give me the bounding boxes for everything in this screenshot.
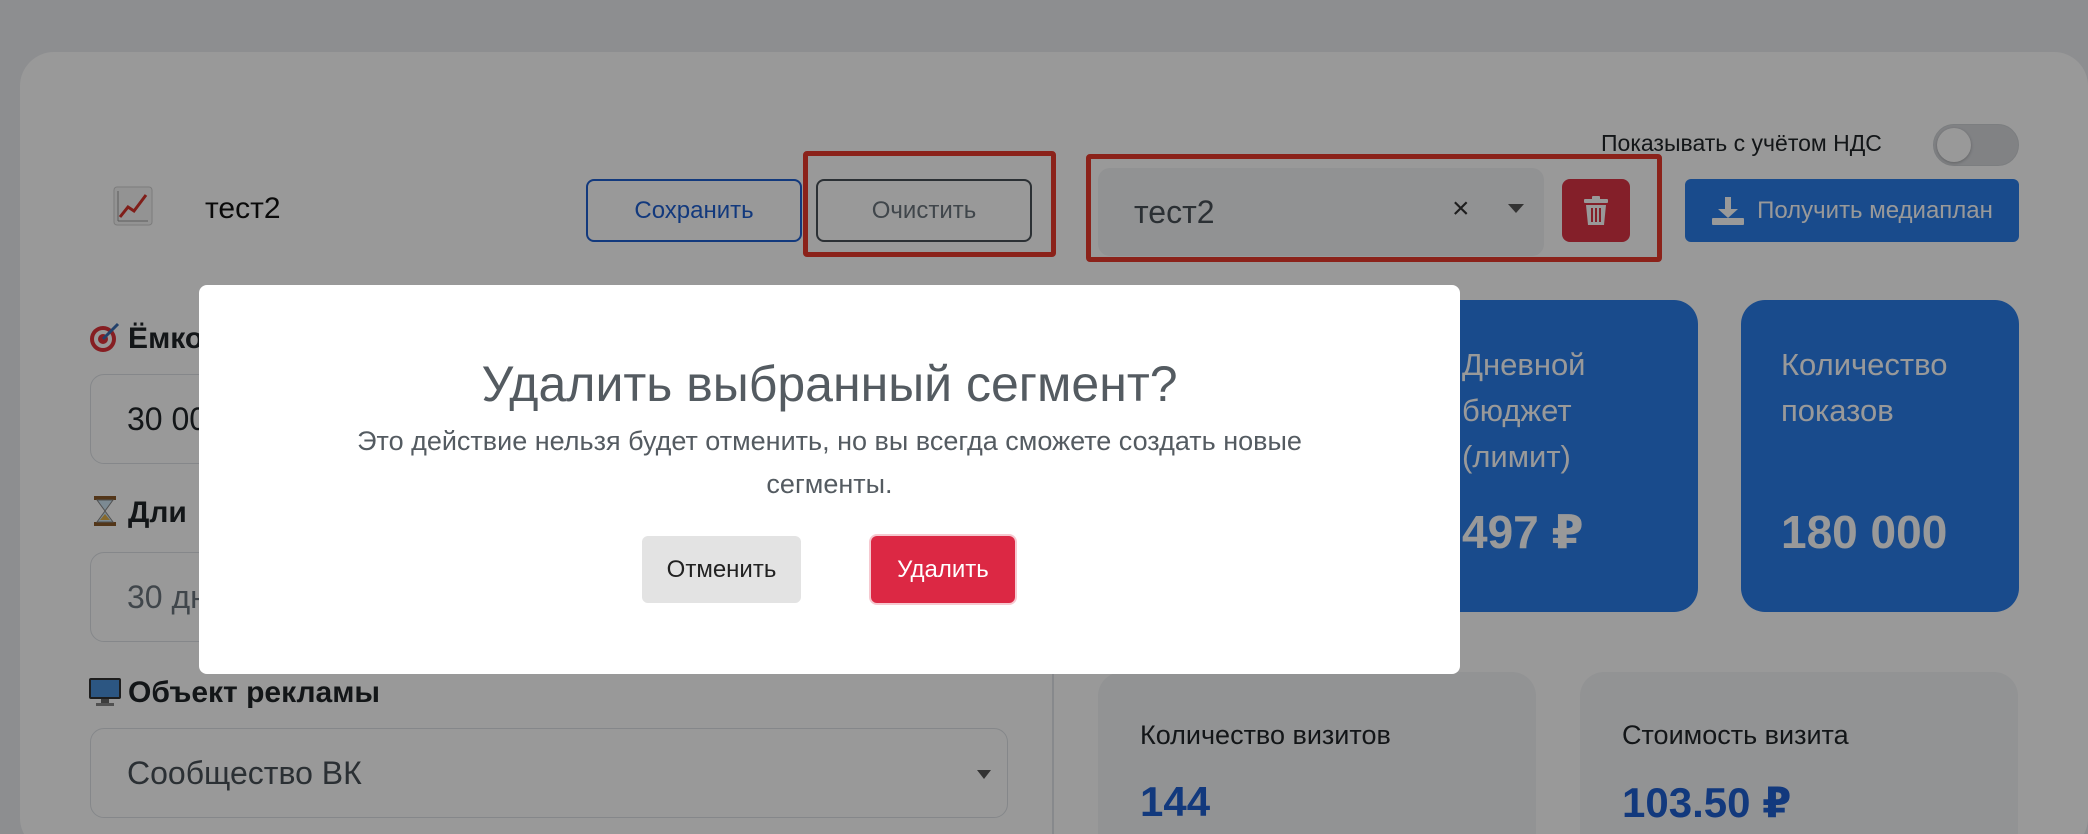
cancel-button[interactable]: Отменить	[642, 536, 801, 603]
dialog-title: Удалить выбранный сегмент?	[481, 356, 1178, 412]
dialog-message: Это действие нельзя будет отменить, но в…	[357, 426, 1302, 499]
confirm-delete-button[interactable]: Удалить	[871, 536, 1015, 603]
delete-confirm-dialog: Удалить выбранный сегмент? Это действие …	[199, 285, 1460, 674]
